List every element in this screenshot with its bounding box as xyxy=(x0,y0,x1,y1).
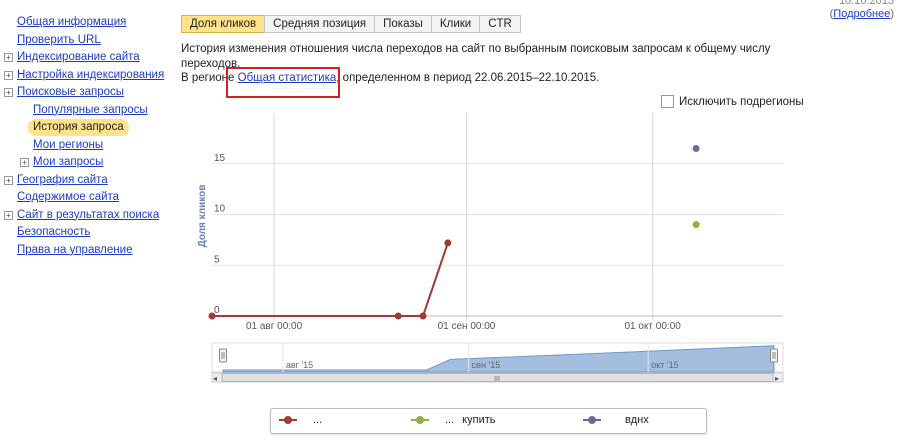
y-tick-label: 5 xyxy=(214,254,220,265)
navigator-tick-label: сен '15 xyxy=(472,360,501,370)
x-tick-label: 01 сен 00:00 xyxy=(438,321,496,332)
chart-legend: ...... купить вднх xyxy=(270,408,707,434)
x-tick-label: 01 окт 00:00 xyxy=(624,321,681,332)
navigator-handle[interactable] xyxy=(770,348,778,363)
y-tick-label: 15 xyxy=(214,153,226,164)
data-point xyxy=(208,312,216,320)
navigator-tick-label: окт '15 xyxy=(651,360,678,370)
data-point xyxy=(394,312,402,320)
data-point xyxy=(692,221,700,229)
data-point xyxy=(692,145,700,153)
scroll-left-arrow-icon[interactable]: ◂ xyxy=(213,374,217,383)
click-share-chart: 05101501 авг 00:00 01 сен 00:00 01 окт 00:… xyxy=(197,113,784,383)
legend-item[interactable]: ... купить xyxy=(411,414,495,426)
legend-swatch xyxy=(279,415,297,425)
navigator-handle[interactable] xyxy=(219,348,227,363)
data-point xyxy=(419,312,427,320)
scrollbar-grip: III xyxy=(494,376,500,383)
y-axis-title: Доля кликов xyxy=(197,185,208,248)
legend-item[interactable]: вднх xyxy=(583,414,649,426)
data-point xyxy=(444,239,452,247)
y-tick-label: 10 xyxy=(214,204,226,215)
series-line xyxy=(212,242,449,317)
legend-swatch xyxy=(583,415,601,425)
legend-item[interactable]: ... xyxy=(279,414,330,426)
scroll-right-arrow-icon[interactable]: ▸ xyxy=(775,374,779,383)
legend-ellipsis: ... xyxy=(445,414,455,426)
navigator-tick-label: авг '15 xyxy=(286,360,313,370)
legend-ellipsis: ... xyxy=(313,414,323,426)
legend-label: купить xyxy=(462,414,496,426)
legend-swatch xyxy=(411,415,429,425)
x-tick-label: 01 авг 00:00 xyxy=(246,321,303,332)
legend-label: вднх xyxy=(625,414,649,426)
